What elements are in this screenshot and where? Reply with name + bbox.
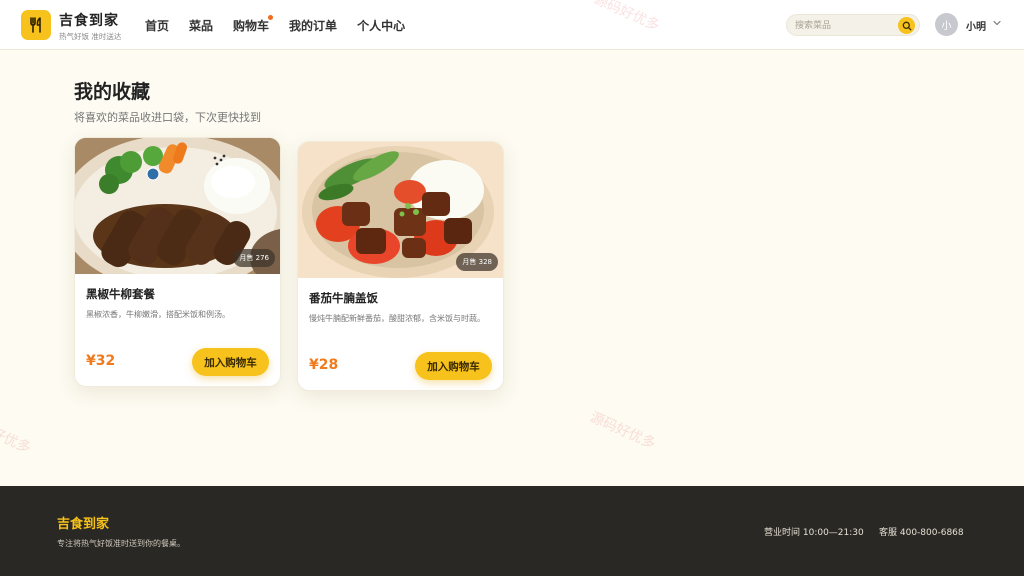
brand-name[interactable]: 吉食到家	[59, 10, 119, 30]
search-box	[786, 14, 920, 36]
dish-description: 慢炖牛腩配新鲜番茄，酸甜浓郁，含米饭与时蔬。	[309, 314, 485, 323]
footer: 吉食到家 专注将热气好饭准时送到你的餐桌。 营业时间 10:00—21:30 客…	[0, 486, 1024, 576]
sales-badge: 月售 328	[456, 253, 498, 271]
nav-profile[interactable]: 个人中心	[357, 17, 405, 34]
add-to-cart-button[interactable]: 加入购物车	[415, 352, 492, 380]
favorite-card[interactable]: 月售 328 番茄牛腩盖饭 慢炖牛腩配新鲜番茄，酸甜浓郁，含米饭与时蔬。 ¥28…	[297, 141, 504, 391]
dish-name[interactable]: 番茄牛腩盖饭	[309, 290, 378, 306]
top-header: 吉食到家 热气好饭 准时送达 首页 菜品 购物车 我的订单 个人中心 小 小明	[0, 0, 1024, 50]
nav-cart-label: 购物车	[233, 19, 270, 33]
customer-service-phone: 客服 400-800-6868	[879, 528, 964, 538]
dish-name[interactable]: 黑椒牛柳套餐	[86, 286, 155, 302]
search-input[interactable]	[795, 18, 895, 33]
nav-dishes[interactable]: 菜品	[189, 17, 213, 34]
nav-orders[interactable]: 我的订单	[289, 17, 337, 34]
brand-tagline: 热气好饭 准时送达	[59, 32, 122, 41]
nav-cart[interactable]: 购物车	[233, 15, 274, 34]
dish-description: 黑椒浓香，牛柳嫩滑，搭配米饭和例汤。	[86, 310, 230, 319]
nav-home[interactable]: 首页	[145, 17, 169, 34]
business-hours: 营业时间 10:00—21:30	[764, 528, 864, 538]
dish-image[interactable]: 月售 276	[75, 138, 280, 274]
search-button[interactable]	[898, 17, 915, 34]
page-title: 我的收藏	[74, 81, 151, 103]
cart-notification-dot	[268, 15, 274, 20]
add-to-cart-button[interactable]: 加入购物车	[192, 348, 269, 376]
main-nav: 首页 菜品 购物车 我的订单 个人中心	[145, 15, 405, 34]
footer-brand: 吉食到家	[57, 517, 110, 532]
footer-slogan: 专注将热气好饭准时送到你的餐桌。	[57, 539, 185, 548]
dish-price: ¥32	[86, 353, 116, 369]
chevron-down-icon[interactable]	[992, 18, 1002, 28]
dish-image[interactable]: 月售 328	[298, 142, 503, 278]
favorite-card[interactable]: 月售 276 黑椒牛柳套餐 黑椒浓香，牛柳嫩滑，搭配米饭和例汤。 ¥32 加入购…	[74, 137, 281, 387]
watermark: 好优多	[0, 425, 34, 457]
watermark: 源码好优多	[587, 409, 658, 453]
username[interactable]: 小明	[966, 18, 986, 33]
dish-price: ¥28	[309, 357, 339, 373]
page-subtitle: 将喜欢的菜品收进口袋，下次更快找到	[74, 111, 261, 124]
fork-knife-icon	[30, 17, 41, 33]
logo[interactable]	[21, 10, 51, 40]
avatar[interactable]: 小	[935, 13, 958, 36]
search-icon	[902, 21, 911, 30]
sales-badge: 月售 276	[233, 249, 275, 267]
